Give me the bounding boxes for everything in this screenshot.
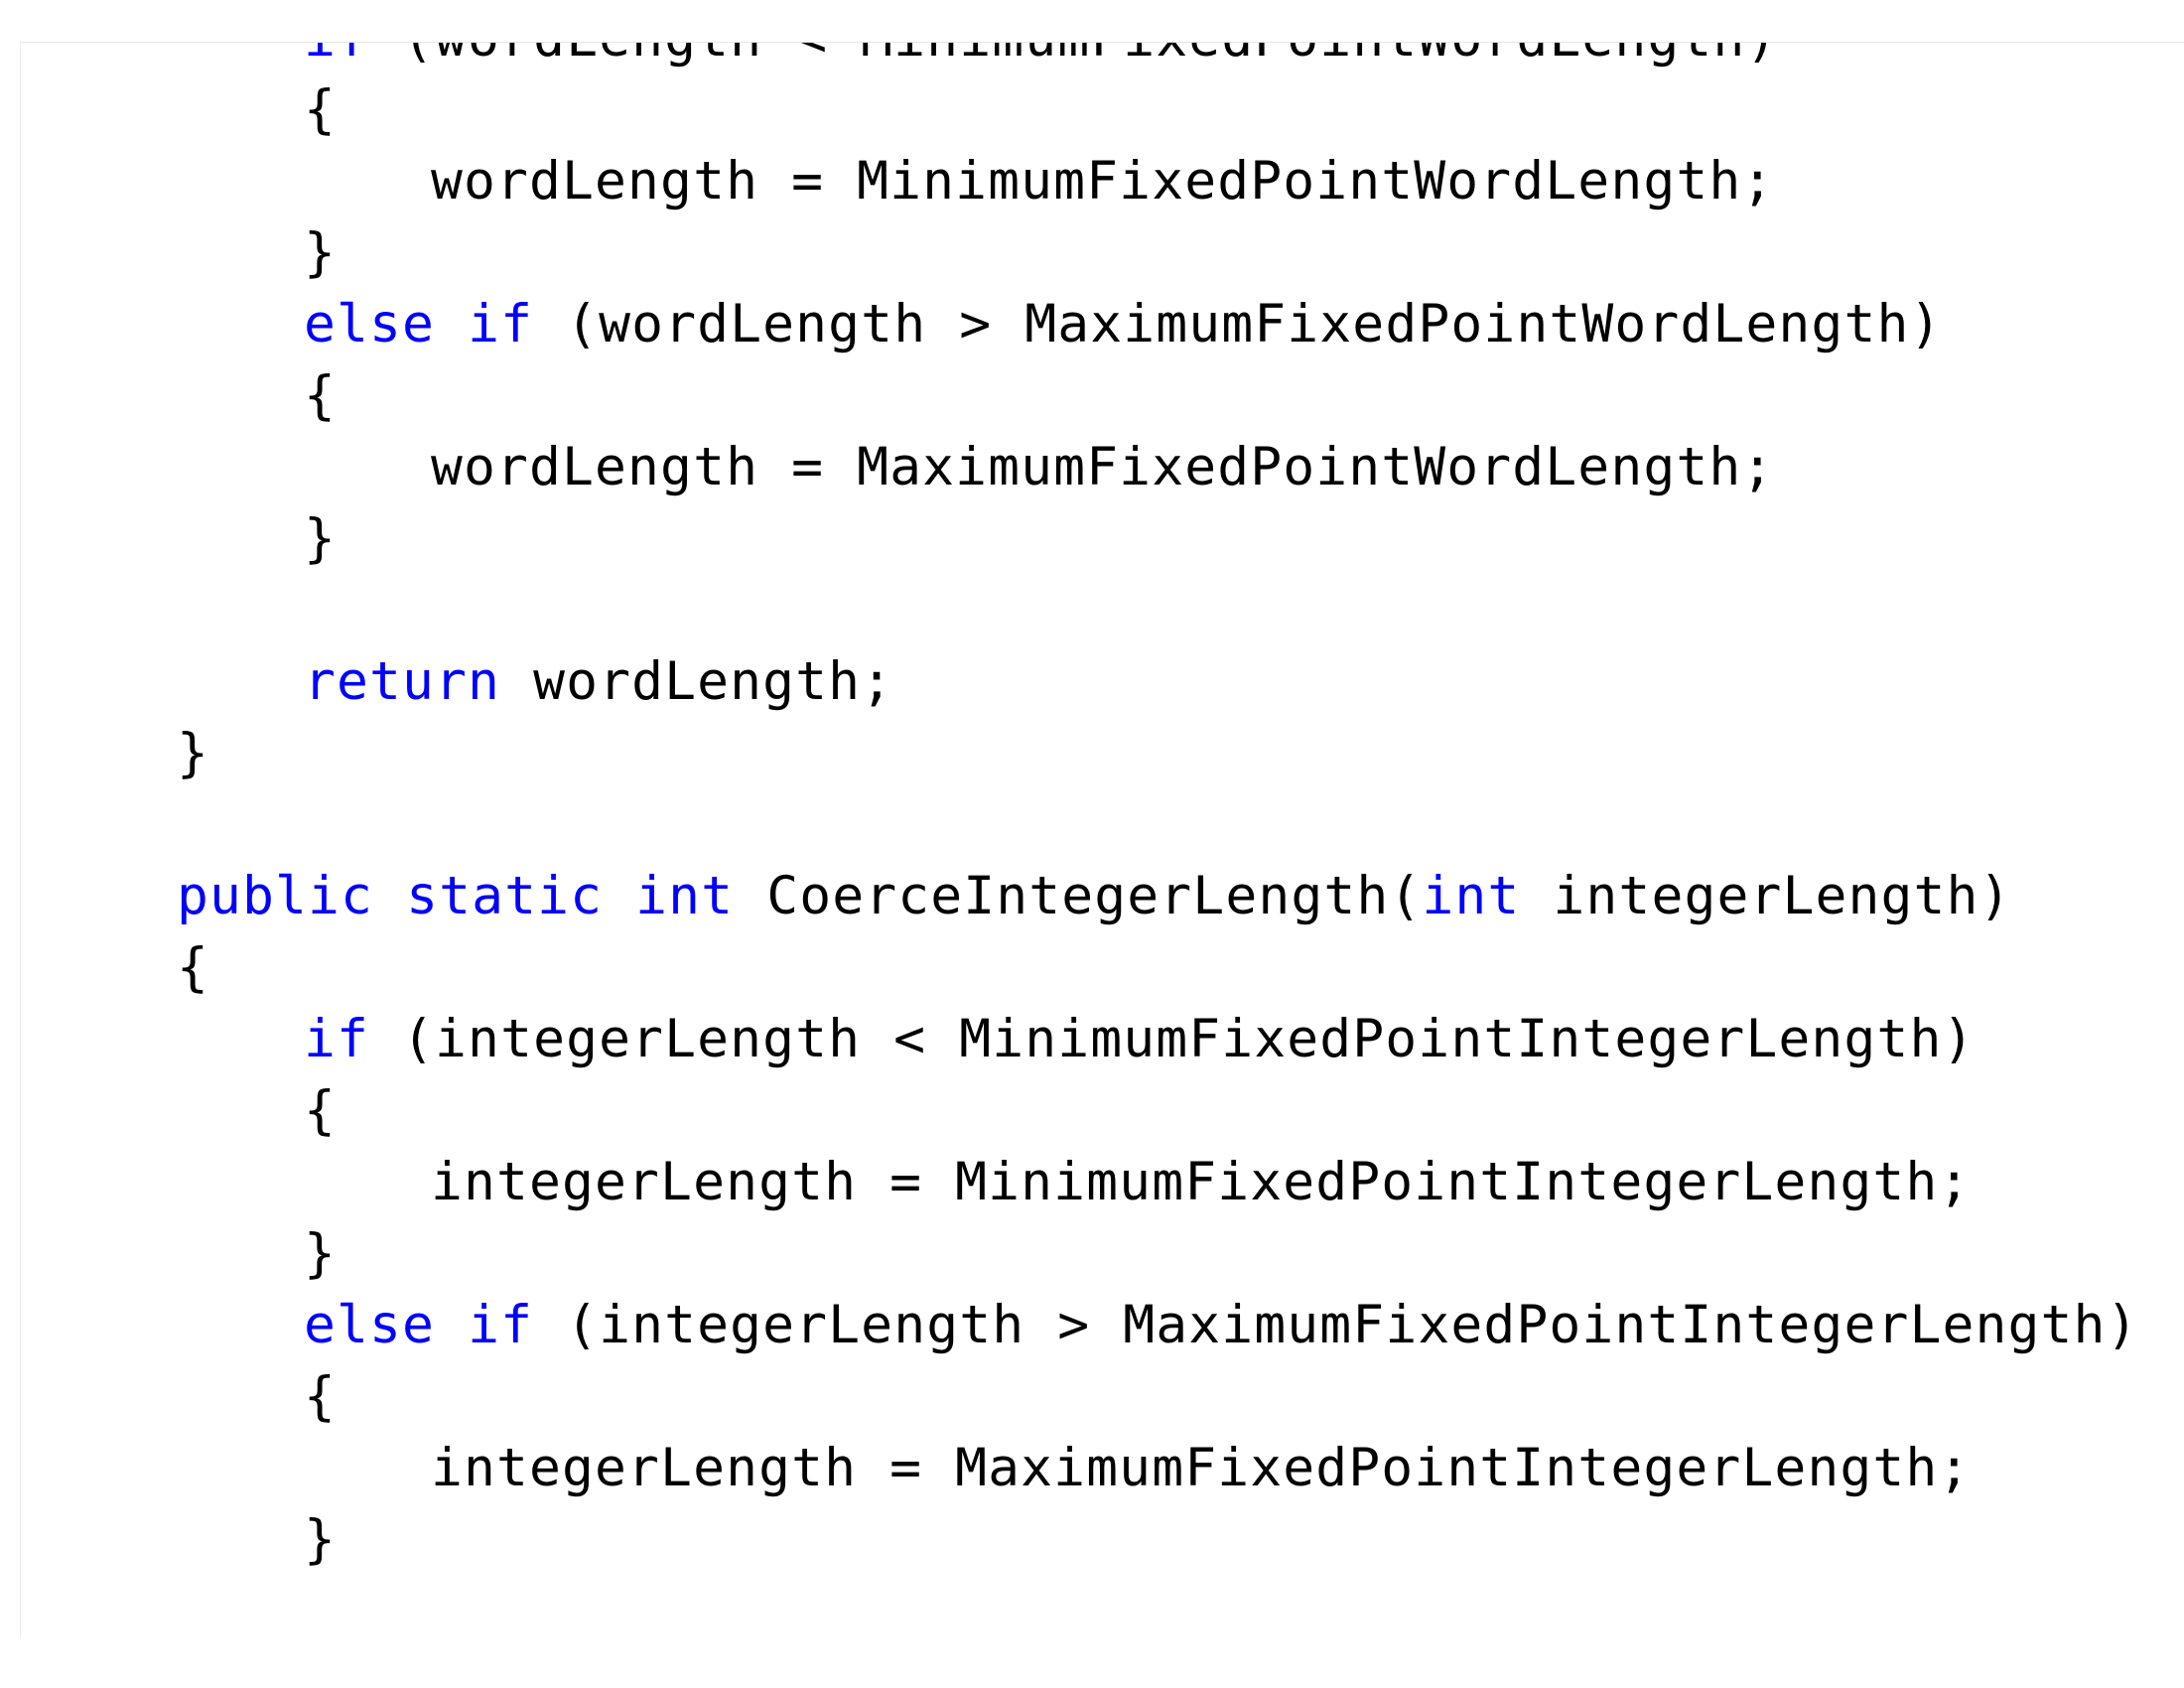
code-token: (integerLength > MaximumFixedPointIntege… xyxy=(533,1295,2139,1355)
code-line: integerLength = MinimumFixedPointInteger… xyxy=(431,1147,1971,1218)
code-token: } xyxy=(177,723,210,783)
code-token: { xyxy=(304,365,338,426)
code-token: wordLength; xyxy=(500,651,894,712)
code-token: CoerceIntegerLength( xyxy=(734,866,1423,926)
code-line: return wordLength; xyxy=(304,646,893,718)
code-line: } xyxy=(304,1504,337,1576)
code-token: wordLength = MinimumFixedPointWordLength… xyxy=(431,151,1775,211)
code-token: integerLength = MinimumFixedPointInteger… xyxy=(431,1152,1972,1212)
code-token: (wordLength < MinimumFixedPointWordLengt… xyxy=(369,43,1778,69)
code-area[interactable]: if (wordLength < MinimumFixedPointWordLe… xyxy=(177,43,2184,1636)
code-token: integerLength) xyxy=(1520,866,2012,926)
code-token: { xyxy=(304,1366,338,1427)
keyword-token: if xyxy=(304,1009,370,1069)
keyword-token: return xyxy=(304,651,501,712)
code-line: if (wordLength < MinimumFixedPointWordLe… xyxy=(304,43,1778,74)
code-line: { xyxy=(304,1075,337,1147)
code-line: { xyxy=(304,360,337,432)
keyword-token: if xyxy=(468,294,534,354)
code-line: else if (wordLength > MaximumFixedPointW… xyxy=(304,289,1942,360)
code-line: integerLength = MaximumFixedPointInteger… xyxy=(431,1433,1971,1504)
keyword-token: static xyxy=(406,866,604,926)
keyword-token: else xyxy=(304,1295,436,1355)
keyword-token: if xyxy=(304,43,369,69)
code-line: } xyxy=(304,503,337,575)
code-token: } xyxy=(304,1223,338,1284)
code-line: wordLength = MaximumFixedPointWordLength… xyxy=(431,432,1774,503)
code-line: } xyxy=(177,718,209,789)
code-token: } xyxy=(304,508,338,569)
code-line: if (integerLength < MinimumFixedPointInt… xyxy=(304,1004,1975,1075)
code-token: (wordLength > MaximumFixedPointWordLengt… xyxy=(533,294,1943,354)
code-token: { xyxy=(304,1080,338,1141)
code-line: public static int CoerceIntegerLength(in… xyxy=(177,861,2012,932)
code-token: wordLength = MaximumFixedPointWordLength… xyxy=(431,437,1775,497)
code-token: { xyxy=(177,937,210,998)
code-token: } xyxy=(304,222,338,283)
code-line: { xyxy=(304,74,337,146)
keyword-token: int xyxy=(635,866,735,926)
code-line: { xyxy=(177,932,209,1004)
code-line: wordLength = MinimumFixedPointWordLength… xyxy=(431,146,1774,217)
code-token: (integerLength < MinimumFixedPointIntege… xyxy=(369,1009,1976,1069)
code-token: integerLength = MaximumFixedPointInteger… xyxy=(431,1438,1972,1498)
keyword-token: int xyxy=(1422,866,1521,926)
code-token: } xyxy=(304,1509,338,1570)
code-line: } xyxy=(304,217,337,289)
code-line: { xyxy=(304,1361,337,1433)
code-line: } xyxy=(304,1218,337,1290)
code-line: else if (integerLength > MaximumFixedPoi… xyxy=(304,1290,2139,1361)
code-editor[interactable]: if (wordLength < MinimumFixedPointWordLe… xyxy=(20,42,2184,1636)
code-token: { xyxy=(304,79,338,140)
keyword-token: if xyxy=(468,1295,534,1355)
keyword-token: else xyxy=(304,294,436,354)
keyword-token: public xyxy=(177,866,374,926)
